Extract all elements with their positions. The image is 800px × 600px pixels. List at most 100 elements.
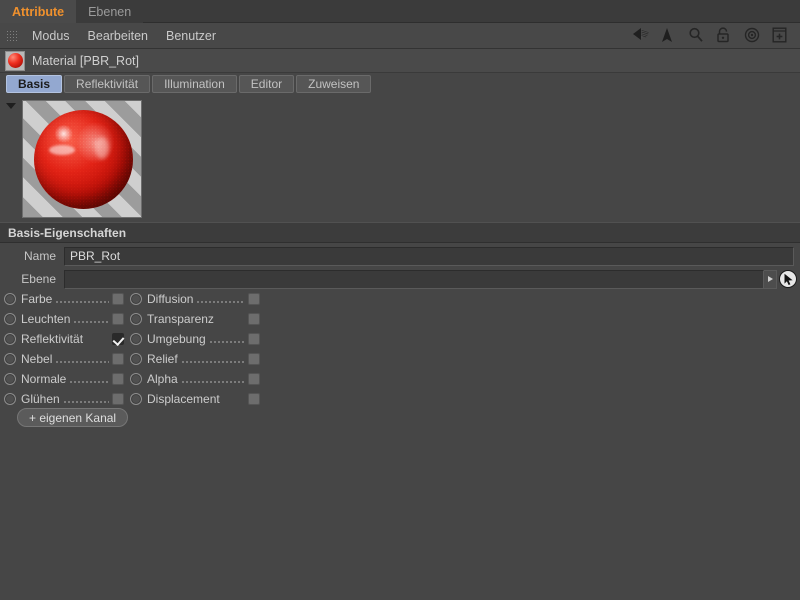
channel-row-relief[interactable]: Relief	[130, 349, 260, 369]
panel-tab-attribute-label: Attribute	[12, 5, 64, 19]
back-arrow-icon[interactable]	[632, 27, 650, 45]
tab-illumination-label: Illumination	[164, 77, 225, 91]
channel-row-farbe[interactable]: Farbe	[4, 289, 124, 309]
channel-column-left: Farbe Leuchten Reflektivität Nebel	[4, 289, 124, 409]
channel-label-diffusion: Diffusion	[147, 292, 193, 306]
channel-checkbox-farbe[interactable]	[112, 293, 124, 305]
triangle-right-icon[interactable]	[764, 270, 777, 289]
channel-row-transparenz[interactable]: Transparenz	[130, 309, 260, 329]
channel-radio-diffusion[interactable]	[130, 293, 142, 305]
menu-icon-group	[632, 27, 800, 45]
menu-item-benutzer[interactable]: Benutzer	[157, 23, 225, 49]
tab-reflektivitaet-label: Reflektivität	[76, 77, 138, 91]
cursor-picker-icon[interactable]	[779, 270, 797, 288]
dotted-leader	[196, 293, 245, 305]
add-custom-channel-button[interactable]: + eigenen Kanal	[17, 408, 128, 427]
channel-label-relief: Relief	[147, 352, 178, 366]
name-input[interactable]	[64, 247, 794, 266]
tab-editor[interactable]: Editor	[239, 75, 294, 93]
dotted-leader	[181, 373, 245, 385]
add-panel-icon[interactable]	[772, 27, 790, 45]
object-title-text: Material [PBR_Rot]	[32, 54, 139, 68]
name-field-row: Name	[0, 245, 800, 267]
tab-reflektivitaet[interactable]: Reflektivität	[64, 75, 150, 93]
dotted-leader	[223, 393, 245, 405]
channel-column-right: Diffusion Transparenz Umgebung Relief	[130, 289, 260, 409]
menu-item-bearbeiten[interactable]: Bearbeiten	[79, 23, 157, 49]
channel-row-normale[interactable]: Normale	[4, 369, 124, 389]
material-preview[interactable]	[22, 100, 142, 218]
channel-label-displacement: Displacement	[147, 392, 220, 406]
triangle-down-icon[interactable]	[6, 103, 16, 109]
panel-tab-ebenen[interactable]: Ebenen	[76, 0, 143, 23]
channel-radio-displacement[interactable]	[130, 393, 142, 405]
channel-row-displacement[interactable]: Displacement	[130, 389, 260, 409]
channel-checkbox-reflektivitaet[interactable]	[112, 333, 124, 345]
basis-group-title: Basis-Eigenschaften	[0, 226, 126, 240]
menu-item-modus[interactable]: Modus	[23, 23, 79, 49]
channel-radio-leuchten[interactable]	[4, 313, 16, 325]
tab-basis-label: Basis	[18, 77, 50, 91]
cursor-arrow-icon[interactable]	[660, 27, 678, 45]
material-sphere-icon	[5, 51, 25, 71]
channel-row-leuchten[interactable]: Leuchten	[4, 309, 124, 329]
channel-row-alpha[interactable]: Alpha	[130, 369, 260, 389]
channel-row-reflektivitaet[interactable]: Reflektivität	[4, 329, 124, 349]
preview-sphere	[34, 110, 133, 209]
panel-tab-attribute[interactable]: Attribute	[0, 0, 76, 23]
channel-radio-nebel[interactable]	[4, 353, 16, 365]
add-custom-channel-label: + eigenen Kanal	[29, 411, 116, 425]
tab-basis[interactable]: Basis	[6, 75, 62, 93]
channel-row-diffusion[interactable]: Diffusion	[130, 289, 260, 309]
channel-checkbox-gluehen[interactable]	[112, 393, 124, 405]
dotted-leader	[217, 313, 245, 325]
channel-checkbox-diffusion[interactable]	[248, 293, 260, 305]
channel-checkbox-displacement[interactable]	[248, 393, 260, 405]
dotted-leader	[181, 353, 245, 365]
channel-label-transparenz: Transparenz	[147, 312, 214, 326]
dotted-leader	[55, 293, 109, 305]
panel-tab-bar: Attribute Ebenen	[0, 0, 800, 23]
tab-zuweisen-label: Zuweisen	[308, 77, 359, 91]
ebene-input[interactable]	[64, 270, 764, 289]
channel-radio-transparenz[interactable]	[130, 313, 142, 325]
dotted-leader	[209, 333, 245, 345]
preview-highlight-primary	[49, 145, 75, 155]
magnifier-icon[interactable]	[688, 27, 706, 45]
channel-radio-umgebung[interactable]	[130, 333, 142, 345]
channel-checkbox-umgebung[interactable]	[248, 333, 260, 345]
channel-radio-normale[interactable]	[4, 373, 16, 385]
channel-checkbox-transparenz[interactable]	[248, 313, 260, 325]
attribute-manager-window: Attribute Ebenen Modus Bearbeiten Benutz…	[0, 0, 800, 600]
channel-checkbox-nebel[interactable]	[112, 353, 124, 365]
channel-label-reflektivitaet: Reflektivität	[21, 332, 83, 346]
tab-zuweisen[interactable]: Zuweisen	[296, 75, 371, 93]
panel-tab-ebenen-label: Ebenen	[88, 5, 131, 19]
object-title-bar: Material [PBR_Rot]	[0, 49, 800, 73]
channel-row-gluehen[interactable]: Glühen	[4, 389, 124, 409]
channel-radio-relief[interactable]	[130, 353, 142, 365]
dotted-leader	[69, 373, 109, 385]
channel-row-nebel[interactable]: Nebel	[4, 349, 124, 369]
channel-checkbox-relief[interactable]	[248, 353, 260, 365]
channel-radio-gluehen[interactable]	[4, 393, 16, 405]
channel-label-leuchten: Leuchten	[21, 312, 70, 326]
tab-illumination[interactable]: Illumination	[152, 75, 237, 93]
channel-label-normale: Normale	[21, 372, 66, 386]
drag-grip-icon[interactable]	[6, 30, 17, 42]
channel-label-gluehen: Glühen	[21, 392, 60, 406]
tab-editor-label: Editor	[251, 77, 282, 91]
name-label: Name	[0, 249, 64, 263]
ebene-label: Ebene	[0, 272, 64, 286]
padlock-icon[interactable]	[716, 27, 734, 45]
channel-checkbox-normale[interactable]	[112, 373, 124, 385]
channel-radio-reflektivitaet[interactable]	[4, 333, 16, 345]
material-tab-bar: Basis Reflektivität Illumination Editor …	[0, 74, 800, 94]
channel-checkbox-leuchten[interactable]	[112, 313, 124, 325]
channel-row-umgebung[interactable]: Umgebung	[130, 329, 260, 349]
channel-label-umgebung: Umgebung	[147, 332, 206, 346]
channel-checkbox-alpha[interactable]	[248, 373, 260, 385]
target-icon[interactable]	[744, 27, 762, 45]
channel-radio-farbe[interactable]	[4, 293, 16, 305]
channel-radio-alpha[interactable]	[130, 373, 142, 385]
